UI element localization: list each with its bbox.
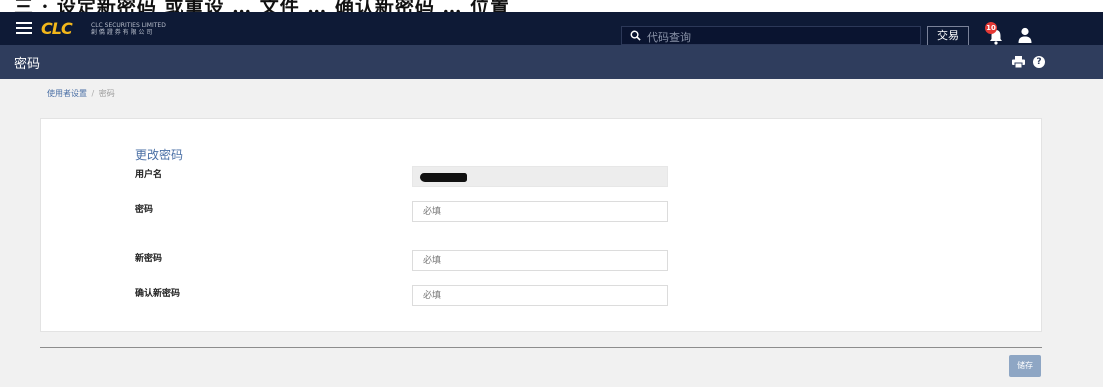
top-banner: 三 · 设定新密码 或重设 … 文件 … 确认新密码 … 位置 — [0, 0, 1103, 12]
search-input[interactable]: 代码查询 — [621, 26, 921, 45]
logo-subtitle-cn: 創 僑 證 券 有 限 公 司 — [91, 29, 153, 36]
username-label: 用户名 — [135, 170, 163, 180]
password-label: 密码 — [135, 205, 154, 215]
title-bar: 密码 ? — [0, 45, 1103, 79]
logo-subtitle: CLC SECURITIES LIMITED 創 僑 證 券 有 限 公 司 — [91, 22, 166, 36]
banner-text: 三 · 设定新密码 或重设 … 文件 … 确认新密码 … 位置 — [14, 0, 511, 12]
new-password-field[interactable] — [412, 250, 668, 271]
user-icon[interactable] — [1018, 27, 1032, 43]
logo-mark: CLC — [41, 19, 73, 38]
help-icon[interactable]: ? — [1033, 56, 1045, 68]
new-password-label: 新密码 — [135, 254, 163, 264]
navbar: CLC CLC SECURITIES LIMITED 創 僑 證 券 有 限 公… — [0, 12, 1103, 46]
notification-badge: 10 — [985, 22, 997, 34]
redacted-username — [420, 173, 467, 182]
breadcrumb: 使用者设置 / 密码 — [47, 88, 115, 99]
current-password-field[interactable] — [412, 201, 668, 222]
print-icon[interactable] — [1012, 56, 1025, 68]
section-title: 更改密码 — [135, 148, 184, 162]
logo-subtitle-en: CLC SECURITIES LIMITED — [91, 22, 166, 29]
notification-bell[interactable]: 10 — [985, 22, 1005, 46]
confirm-password-label: 确认新密码 — [135, 289, 181, 299]
divider — [40, 347, 1042, 348]
trade-button[interactable]: 交易 — [927, 26, 969, 46]
breadcrumb-separator: / — [91, 89, 95, 98]
confirm-password-field[interactable] — [412, 285, 668, 306]
save-button[interactable]: 储存 — [1009, 355, 1041, 377]
search-icon — [630, 30, 641, 41]
page-title: 密码 — [14, 57, 41, 72]
breadcrumb-parent-link[interactable]: 使用者设置 — [47, 89, 87, 98]
hamburger-menu-icon[interactable] — [16, 22, 32, 35]
search-placeholder: 代码查询 — [647, 31, 691, 44]
breadcrumb-current: 密码 — [98, 89, 115, 98]
